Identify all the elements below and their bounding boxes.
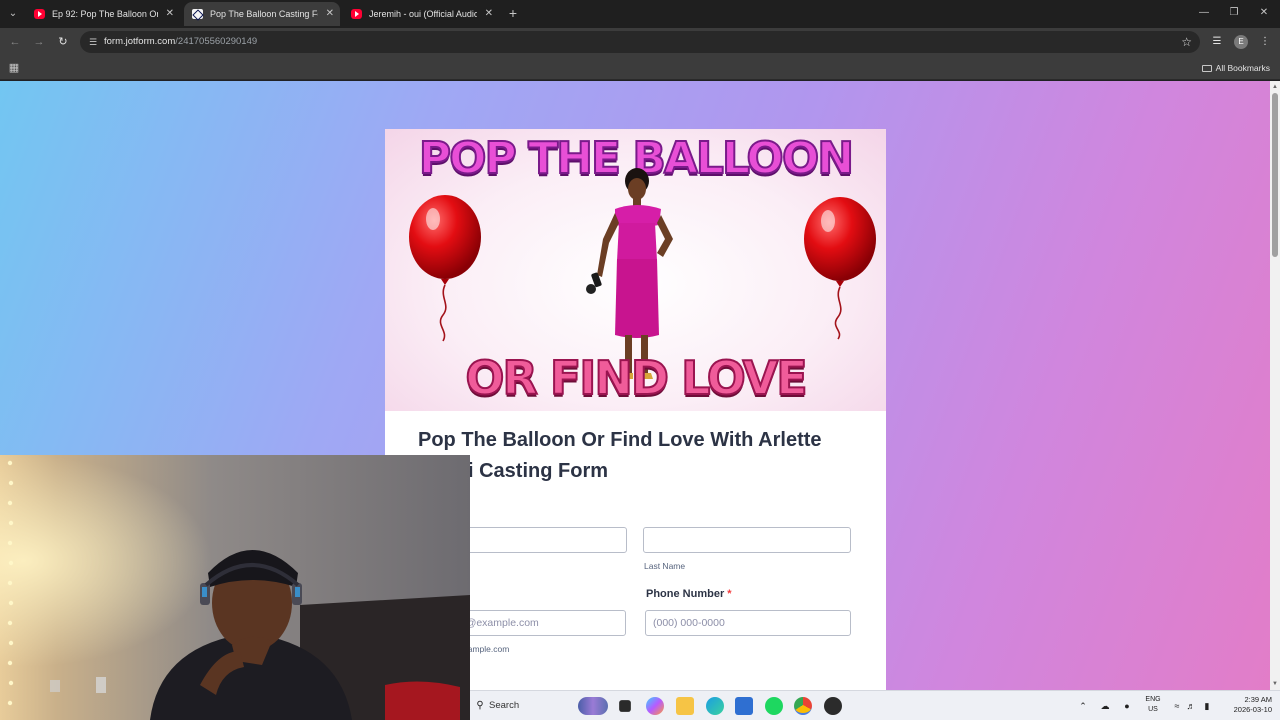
bookmarks-bar: ▦ All Bookmarks xyxy=(0,56,1280,80)
search-icon: ⚲ xyxy=(476,700,484,711)
all-bookmarks-button[interactable]: All Bookmarks xyxy=(1201,56,1270,80)
task-view-icon[interactable] xyxy=(619,700,631,712)
tab-title: Ep 92: Pop The Balloon Or Find xyxy=(52,9,158,19)
phone-number-label-text: Phone Number xyxy=(646,588,725,600)
scroll-down-icon[interactable]: ▼ xyxy=(1271,680,1279,688)
forward-button[interactable]: → xyxy=(30,33,48,51)
new-tab-button[interactable]: + xyxy=(504,4,522,22)
clock-date: 2026-03-10 xyxy=(1233,705,1272,714)
store-icon[interactable] xyxy=(735,697,753,715)
menu-icon[interactable]: ⋮ xyxy=(1256,33,1274,51)
balloon-left-icon xyxy=(409,195,481,342)
tab-ep92[interactable]: Ep 92: Pop The Balloon Or Find ✕ xyxy=(26,2,180,26)
banner-subtitle: OR FIND LOVE xyxy=(464,350,808,406)
tab-strip: ⌄ Ep 92: Pop The Balloon Or Find ✕ Pop T… xyxy=(0,0,1280,28)
volume-icon[interactable]: ♬ xyxy=(1184,691,1198,720)
restore-button[interactable]: ❐ xyxy=(1224,4,1244,22)
taskbar-search[interactable]: ⚲ Search xyxy=(470,694,590,718)
copilot-icon[interactable] xyxy=(646,697,664,715)
youtube-icon xyxy=(34,9,45,19)
avatar[interactable]: E xyxy=(1234,35,1248,49)
jotform-icon xyxy=(192,9,203,19)
region-code: US xyxy=(1148,706,1158,713)
webcam-overlay xyxy=(0,455,470,720)
taskbar-search-label: Search xyxy=(489,700,520,711)
language-code: ENG xyxy=(1145,696,1161,703)
url-path: /241705560290149 xyxy=(175,36,258,47)
bookmark-star-icon[interactable]: ☆ xyxy=(1181,33,1192,51)
battery-icon[interactable]: ▮ xyxy=(1200,691,1214,720)
last-name-sublabel: Last Name xyxy=(644,561,686,571)
tab-title: Pop The Balloon Casting Form xyxy=(210,9,318,19)
phone-number-input[interactable]: (000) 000-0000 xyxy=(645,610,851,636)
tab-search-icon[interactable]: ⌄ xyxy=(4,5,22,23)
youtube-icon xyxy=(351,9,362,19)
minimize-button[interactable]: — xyxy=(1194,4,1214,22)
app-icon[interactable] xyxy=(824,697,842,715)
phone-placeholder: (000) 000-0000 xyxy=(653,617,725,629)
clock-time: 2:39 AM xyxy=(1244,695,1272,704)
close-icon[interactable]: ✕ xyxy=(485,2,493,26)
widgets-icon[interactable] xyxy=(578,697,608,715)
wifi-icon[interactable]: ≈ xyxy=(1170,691,1184,720)
page-scrollbar[interactable]: ▲ ▼ xyxy=(1270,81,1280,690)
url-text: form.jotform.com/241705560290149 xyxy=(104,31,257,53)
microphone-icon[interactable]: ● xyxy=(1120,691,1134,720)
close-icon[interactable]: ✕ xyxy=(166,2,174,26)
site-info-icon[interactable]: ☰ xyxy=(86,35,100,49)
close-window-button[interactable]: ✕ xyxy=(1254,4,1274,22)
language-indicator[interactable]: ENG US xyxy=(1142,695,1164,715)
form-banner-image: POP THE BALLOON OR FIND LOVE xyxy=(385,129,886,411)
back-button[interactable]: ← xyxy=(6,33,24,51)
tab-casting-form[interactable]: Pop The Balloon Casting Form ✕ xyxy=(184,2,340,26)
apps-grid-icon[interactable]: ▦ xyxy=(7,61,21,75)
scroll-up-icon[interactable]: ▲ xyxy=(1271,83,1279,91)
reload-button[interactable]: ↻ xyxy=(54,33,72,51)
all-bookmarks-label: All Bookmarks xyxy=(1215,63,1270,73)
cloud-icon[interactable]: ☁ xyxy=(1098,691,1112,720)
spotify-icon[interactable] xyxy=(765,697,783,715)
file-explorer-icon[interactable] xyxy=(676,697,694,715)
webcam-video xyxy=(0,455,470,720)
required-asterisk: * xyxy=(727,588,732,600)
last-name-input[interactable] xyxy=(643,527,851,553)
edge-icon[interactable] xyxy=(706,697,724,715)
windows-taskbar: ⚲ Search ⌃ ☁ ● ENG US ≈ ♬ ▮ 2:39 AM 2026-0… xyxy=(470,690,1280,720)
tab-title: Jeremih - oui (Official Audio) - Y xyxy=(369,9,477,19)
address-bar[interactable]: ☰ form.jotform.com/241705560290149 ☆ xyxy=(80,31,1200,53)
tab-jeremih[interactable]: Jeremih - oui (Official Audio) - Y ✕ xyxy=(343,2,499,26)
url-host: form.jotform.com xyxy=(104,36,176,47)
screen: ⌄ Ep 92: Pop The Balloon Or Find ✕ Pop T… xyxy=(0,0,1280,720)
close-icon[interactable]: ✕ xyxy=(326,2,334,26)
phone-number-label: Phone Number * xyxy=(646,588,732,600)
system-clock[interactable]: 2:39 AM 2026-03-10 xyxy=(1220,695,1272,715)
media-controls-icon[interactable]: ☰ xyxy=(1208,33,1226,51)
scroll-thumb[interactable] xyxy=(1272,93,1278,257)
balloon-right-icon xyxy=(804,197,876,340)
browser-toolbar: ← → ↻ ☰ form.jotform.com/241705560290149… xyxy=(0,28,1280,56)
chrome-icon[interactable] xyxy=(794,697,812,715)
chevron-up-icon[interactable]: ⌃ xyxy=(1076,691,1090,720)
form-title: Pop The Balloon Or Find Love With Arlett… xyxy=(418,429,822,482)
folder-icon xyxy=(1201,65,1212,72)
